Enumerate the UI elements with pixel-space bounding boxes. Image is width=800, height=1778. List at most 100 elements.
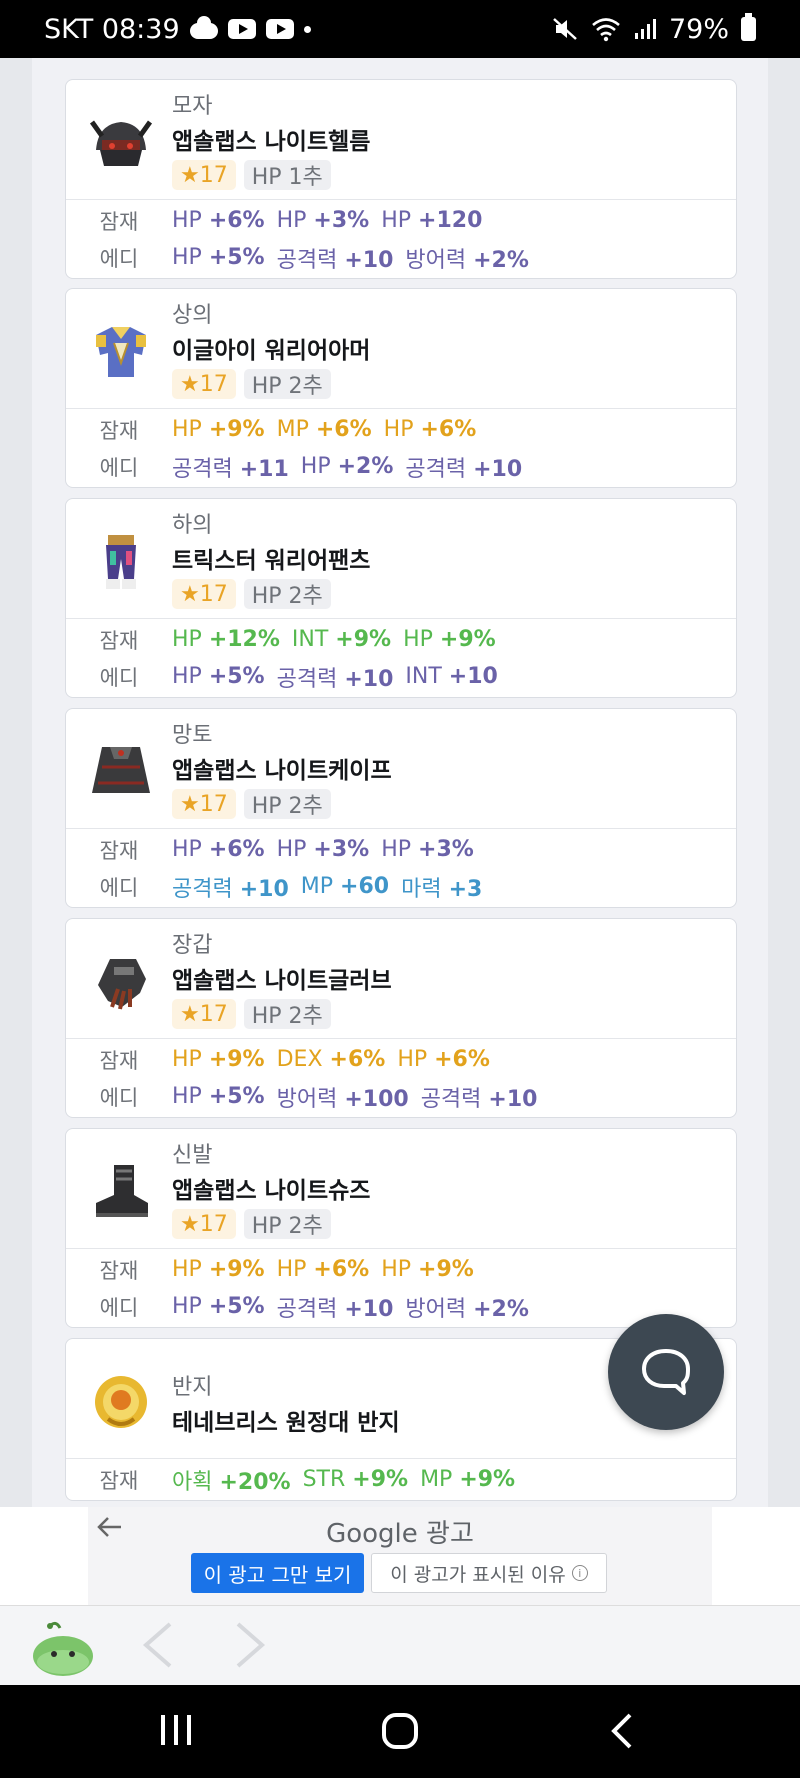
- additional-potential-row-label: 에디: [99, 1295, 139, 1320]
- stat-value: HP +9%: [403, 627, 496, 652]
- stat-value: 방어력 +2%: [405, 1296, 529, 1322]
- browser-forward-icon[interactable]: [232, 1620, 268, 1670]
- why-ad-button[interactable]: 이 광고가 표시된 이유 i: [371, 1553, 607, 1593]
- potential-row-label: 잠재: [99, 838, 139, 863]
- bonus-flame-badge: HP 1추: [243, 160, 331, 190]
- back-icon[interactable]: [608, 1711, 636, 1751]
- bonus-flame-badge: HP 2추: [243, 999, 331, 1029]
- item-category: 망토: [172, 723, 213, 748]
- additional-potential-row-label: 에디: [99, 455, 139, 480]
- item-category: 모자: [172, 94, 213, 119]
- status-bar: SKT 08:39 79%: [0, 0, 800, 58]
- equipment-card-hat[interactable]: 모자 앱솔랩스 나이트헬름 ★17 HP 1추 잠재 HP +6% HP +3% HP +12…: [65, 79, 737, 279]
- starforce-badge: ★17: [172, 160, 236, 190]
- additional-potential-row: 에디 HP +5% 공격력 +10 INT +10: [66, 658, 736, 695]
- stat-value: HP +5%: [172, 1294, 265, 1319]
- stat-value: HP +5%: [172, 664, 265, 689]
- browser-back-icon[interactable]: [140, 1620, 176, 1670]
- shoes-item-icon: [96, 1165, 148, 1217]
- bonus-flame-badge: HP 2추: [243, 789, 331, 819]
- stat-value: 공격력 +10: [276, 666, 394, 692]
- stat-value: HP +6%: [172, 208, 265, 233]
- stop-ad-button[interactable]: 이 광고 그만 보기: [191, 1553, 364, 1593]
- stat-value: HP +5%: [172, 1084, 265, 1109]
- stat-value: HP +6%: [383, 417, 477, 442]
- stat-value: HP +6%: [397, 1047, 490, 1072]
- stat-value: HP +3%: [381, 837, 474, 862]
- additional-potential-row: 에디 공격력 +10 MP +60 마력 +3: [66, 868, 736, 905]
- stat-value: MP +9%: [420, 1467, 516, 1492]
- potential-row: 잠재 HP +12% INT +9% HP +9%: [66, 621, 736, 658]
- stat-value: HP +6%: [172, 837, 265, 862]
- wifi-icon: [592, 18, 620, 42]
- stat-value: HP +5%: [172, 245, 265, 270]
- potential-row: 잠재 HP +9% MP +6% HP +6%: [66, 411, 736, 448]
- stat-value: HP +9%: [172, 1257, 265, 1282]
- equipment-card-gloves[interactable]: 장갑 앱솔랩스 나이트글러브 ★17 HP 2추 잠재 HP +9% DEX +6% HP +…: [65, 918, 737, 1118]
- potential-row-label: 잠재: [99, 628, 139, 653]
- stat-value: HP +3%: [276, 208, 370, 233]
- item-category: 신발: [172, 1143, 213, 1168]
- starforce-badge: ★17: [172, 789, 236, 819]
- additional-potential-row: 에디 HP +5% 공격력 +10 방어력 +2%: [66, 1288, 736, 1325]
- slime-home-icon[interactable]: [30, 1618, 96, 1678]
- item-name: 테네브리스 원정대 반지: [172, 1410, 400, 1436]
- chat-bubble-icon: [642, 1349, 690, 1395]
- potential-row-label: 잠재: [99, 1258, 139, 1283]
- ad-brand: Google 광고: [326, 1519, 474, 1549]
- bonus-flame-badge: HP 2추: [243, 579, 331, 609]
- stat-value: 공격력 +10: [420, 1086, 538, 1112]
- stat-value: 공격력 +11: [172, 456, 289, 482]
- why-ad-label: 이 광고가 표시된 이유: [390, 1563, 566, 1586]
- bonus-flame-badge: HP 2추: [243, 369, 331, 399]
- starforce-badge: ★17: [172, 579, 236, 609]
- stat-value: HP +12%: [172, 627, 280, 652]
- starforce-badge: ★17: [172, 999, 236, 1029]
- top-item-icon: [96, 327, 146, 377]
- youtube-icon: [227, 19, 256, 39]
- youtube-icon: [265, 19, 294, 39]
- stat-value: 공격력 +10: [276, 1296, 394, 1322]
- mute-icon: [553, 18, 577, 40]
- equipment-card-cape[interactable]: 망토 앱솔랩스 나이트케이프 ★17 HP 2추 잠재 HP +6% HP +3% HP +3…: [65, 708, 737, 908]
- gloves-item-icon: [98, 959, 146, 1010]
- stat-value: INT +10: [405, 664, 498, 689]
- battery-percent: 79%: [668, 13, 729, 45]
- stat-value: 공격력 +10: [405, 456, 523, 482]
- equipment-card-shoes[interactable]: 신발 앱솔랩스 나이트슈즈 ★17 HP 2추 잠재 HP +9% HP +6% HP +9%…: [65, 1128, 737, 1328]
- potential-row: 잠재 HP +9% HP +6% HP +9%: [66, 1251, 736, 1288]
- item-name: 앱솔랩스 나이트글러브: [172, 968, 392, 994]
- carrier-time: SKT 08:39: [44, 13, 180, 45]
- potential-row-label: 잠재: [99, 1468, 139, 1493]
- cape-item-icon: [92, 747, 150, 793]
- potential-row: 잠재 HP +6% HP +3% HP +120: [66, 202, 736, 239]
- item-name: 앱솔랩스 나이트헬름: [172, 129, 371, 155]
- item-category: 상의: [172, 303, 213, 328]
- recent-apps-icon[interactable]: [158, 1711, 194, 1749]
- stat-value: 아획 +20%: [172, 1469, 291, 1495]
- stat-value: HP +9%: [381, 1257, 474, 1282]
- stat-value: INT +9%: [291, 627, 392, 652]
- ring-item-icon: [95, 1376, 147, 1428]
- potential-row-label: 잠재: [99, 418, 139, 443]
- stat-value: HP +120: [381, 208, 483, 233]
- home-icon[interactable]: [380, 1711, 420, 1751]
- equipment-card-top[interactable]: 상의 이글아이 워리어아머 ★17 HP 2추 잠재 HP +9% MP +6% HP +6%…: [65, 288, 737, 488]
- chat-button[interactable]: [608, 1314, 724, 1430]
- stat-value: HP +6%: [276, 1257, 370, 1282]
- stat-value: HP +2%: [300, 454, 394, 479]
- equipment-card-bottom[interactable]: 하의 트릭스터 워리어팬츠 ★17 HP 2추 잠재 HP +12% INT +9% HP +…: [65, 498, 737, 698]
- additional-potential-row: 에디 HP +5% 방어력 +100 공격력 +10: [66, 1078, 736, 1115]
- stat-value: 방어력 +2%: [405, 247, 529, 273]
- potential-row: 잠재 HP +6% HP +3% HP +3%: [66, 831, 736, 868]
- item-name: 앱솔랩스 나이트슈즈: [172, 1178, 371, 1204]
- ad-banner: Google 광고 이 광고 그만 보기 이 광고가 표시된 이유 i: [0, 1507, 800, 1605]
- bonus-flame-badge: HP 2추: [243, 1209, 331, 1239]
- additional-potential-row-label: 에디: [99, 246, 139, 271]
- notification-dot-icon: [303, 25, 311, 33]
- stat-value: MP +60: [300, 874, 390, 899]
- stat-value: DEX +6%: [276, 1047, 386, 1072]
- stat-value: 방어력 +100: [276, 1086, 409, 1112]
- stat-value: 마력 +3: [401, 876, 483, 902]
- equipment-list[interactable]: 모자 앱솔랩스 나이트헬름 ★17 HP 1추 잠재 HP +6% HP +3% HP +12…: [32, 58, 768, 1507]
